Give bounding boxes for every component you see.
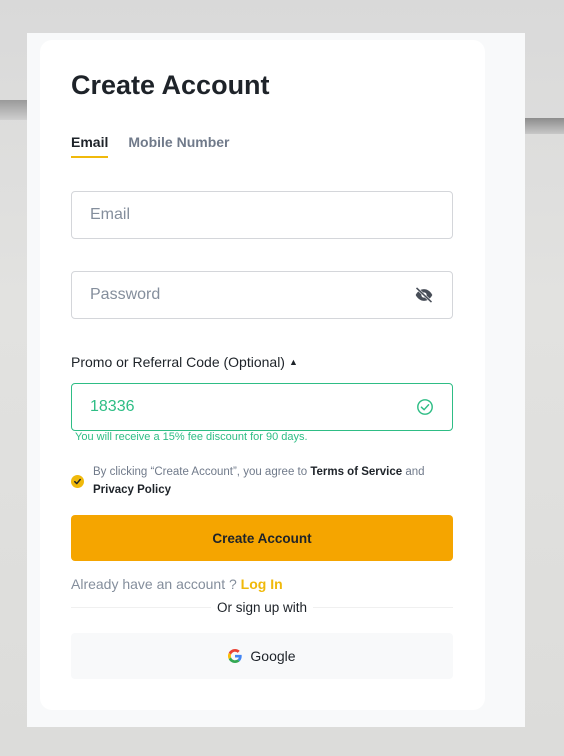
email-field-wrapper [71,191,453,239]
agreement-and: and [402,466,425,478]
password-field-wrapper [71,271,453,319]
page-title: Create Account [71,70,270,100]
create-account-button[interactable]: Create Account [71,515,453,561]
tab-mobile-number[interactable]: Mobile Number [128,134,229,158]
agreement-checkbox[interactable] [71,474,84,488]
agreement-text: By clicking “Create Account”, you agree … [93,463,425,499]
password-input[interactable] [90,286,414,304]
google-logo-icon [228,649,243,663]
check-circle-icon [417,399,433,415]
google-button-label: Google [250,648,296,664]
promo-field-wrapper [71,383,453,431]
promo-label: Promo or Referral Code (Optional) [71,354,285,370]
privacy-policy-link[interactable]: Privacy Policy [93,484,171,496]
caret-up-icon[interactable]: ▲ [289,357,298,367]
or-sign-up-text: Or sign up with [210,600,314,615]
promo-hint: You will receive a 15% fee discount for … [75,431,308,443]
tab-email[interactable]: Email [71,134,109,158]
login-prompt: Already have an account ? Log In [71,576,283,592]
agreement-row: By clicking “Create Account”, you agree … [71,463,456,499]
promo-label-row[interactable]: Promo or Referral Code (Optional) ▲ [71,354,298,370]
google-signup-button[interactable]: Google [71,633,453,679]
login-link[interactable]: Log In [241,576,283,592]
or-divider: Or sign up with [71,599,453,615]
terms-of-service-link[interactable]: Terms of Service [310,466,402,478]
login-prompt-text: Already have an account ? [71,576,241,592]
eye-off-icon[interactable] [414,285,434,305]
checkmark-icon [74,478,81,484]
signup-card: Create Account Email Mobile Number Promo… [40,40,485,710]
background-bar-right [524,118,564,134]
background-bar-left [0,100,30,120]
signup-tabs: Email Mobile Number [71,134,229,158]
promo-code-input[interactable] [90,398,416,416]
email-input[interactable] [90,206,434,224]
agreement-prefix: By clicking “Create Account”, you agree … [93,466,311,478]
